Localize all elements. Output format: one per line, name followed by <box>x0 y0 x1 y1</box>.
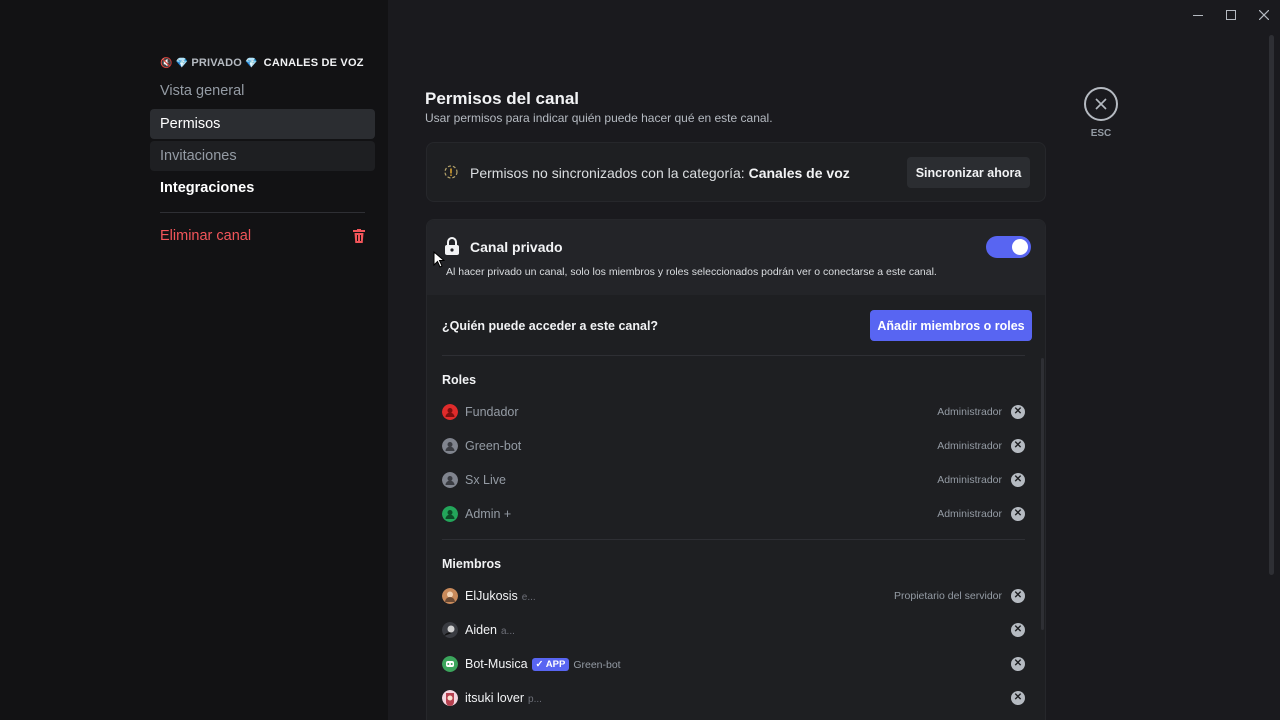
members-section-label: Miembros <box>442 557 502 571</box>
remove-icon[interactable]: ✕ <box>1011 473 1025 487</box>
member-name: ElJukosis e... <box>465 589 536 603</box>
member-display-name: Aiden <box>465 623 497 637</box>
app-badge: ✓ APP <box>531 658 570 671</box>
role-name: Green-bot <box>465 439 522 453</box>
role-tag: Administrador <box>937 474 1002 486</box>
sync-text: Permisos no sincronizados con la categor… <box>470 165 745 181</box>
private-channel-title: Canal privado <box>470 239 563 255</box>
role-row[interactable]: Admin + Administrador ✕ <box>442 499 1032 529</box>
member-username: p... <box>528 694 542 705</box>
avatar <box>442 690 458 706</box>
member-username: e... <box>521 592 536 603</box>
header-channel-name: CANALES DE VOZ <box>263 57 364 69</box>
role-name: Admin + <box>465 507 512 521</box>
member-name: itsuki lover p... <box>465 691 542 705</box>
divider <box>442 539 1025 540</box>
minimize-button[interactable] <box>1188 5 1208 25</box>
sidebar-item-permissions[interactable]: Permisos <box>150 109 375 139</box>
role-tag: Administrador <box>937 440 1002 452</box>
sidebar-item-invites[interactable]: Invitaciones <box>150 141 375 171</box>
check-icon: ✓ <box>535 659 546 670</box>
sidebar-item-label: Vista general <box>160 83 245 99</box>
speaker-icon: 🔇 <box>160 57 173 69</box>
sync-message: Permisos no sincronizados con la categor… <box>470 165 850 181</box>
badge-label: APP <box>545 659 566 670</box>
member-name: Bot-Musica ✓ APP Green-bot <box>465 657 621 671</box>
avatar <box>442 622 458 638</box>
add-members-roles-button[interactable]: Añadir miembros o roles <box>870 310 1032 341</box>
private-channel-card: Canal privado Al hacer privado un canal,… <box>426 219 1046 720</box>
diamond-icon: 💎 <box>245 57 258 69</box>
sidebar-divider <box>160 212 365 213</box>
roles-section-label: Roles <box>442 373 477 387</box>
delete-channel-label: Eliminar canal <box>160 228 252 244</box>
page-scrollbar[interactable] <box>1269 35 1274 575</box>
remove-icon[interactable]: ✕ <box>1011 691 1025 705</box>
remove-icon[interactable]: ✕ <box>1011 657 1025 671</box>
role-row[interactable]: Fundador Administrador ✕ <box>442 397 1032 427</box>
role-shield-icon <box>442 404 458 420</box>
settings-sidebar: 🔇 💎 PRIVADO 💎 CANALES DE VOZ Vista gener… <box>0 0 388 720</box>
private-channel-header: Canal privado Al hacer privado un canal,… <box>427 220 1045 295</box>
close-icon <box>1259 10 1269 20</box>
private-channel-description: Al hacer privado un canal, solo los miem… <box>446 266 937 278</box>
member-display-name: itsuki lover <box>465 691 525 705</box>
bot-avatar <box>442 656 458 672</box>
sidebar-channel-header: 🔇 💎 PRIVADO 💎 CANALES DE VOZ <box>160 57 364 69</box>
avatar <box>442 588 458 604</box>
role-name: Fundador <box>465 405 519 419</box>
maximize-icon <box>1226 10 1236 20</box>
minimize-icon <box>1193 15 1203 16</box>
remove-icon[interactable]: ✕ <box>1011 623 1025 637</box>
member-username: a... <box>500 626 515 637</box>
mouse-cursor-icon <box>433 251 445 268</box>
member-name: Aiden a... <box>465 623 515 637</box>
header-prefix: PRIVADO <box>191 57 243 69</box>
lock-icon <box>445 237 459 255</box>
sidebar-item-label: Invitaciones <box>160 148 237 164</box>
sync-category: Canales de voz <box>748 165 850 181</box>
esc-close-button[interactable] <box>1084 87 1118 121</box>
member-tag: Propietario del servidor <box>894 590 1002 602</box>
private-channel-toggle[interactable] <box>986 236 1031 258</box>
divider <box>442 355 1025 356</box>
member-row[interactable]: ElJukosis e... Propietario del servidor ✕ <box>442 581 1032 611</box>
role-shield-icon <box>442 438 458 454</box>
access-question: ¿Quién puede acceder a este canal? <box>442 319 659 333</box>
esc-label: ESC <box>1090 128 1112 139</box>
sidebar-item-integrations[interactable]: Integraciones <box>150 173 375 203</box>
sync-permissions-card: Permisos no sincronizados con la categor… <box>426 142 1046 202</box>
role-shield-icon <box>442 506 458 522</box>
role-tag: Administrador <box>937 508 1002 520</box>
close-window-button[interactable] <box>1254 5 1274 25</box>
maximize-button[interactable] <box>1221 5 1241 25</box>
role-tag: Administrador <box>937 406 1002 418</box>
diamond-icon: 💎 <box>175 57 189 69</box>
sidebar-item-label: Integraciones <box>160 180 255 196</box>
role-row[interactable]: Green-bot Administrador ✕ <box>442 431 1032 461</box>
remove-icon[interactable]: ✕ <box>1011 405 1025 419</box>
remove-icon[interactable]: ✕ <box>1011 507 1025 521</box>
close-icon <box>1095 98 1107 110</box>
trash-icon <box>353 229 365 243</box>
sidebar-item-label: Permisos <box>160 116 221 132</box>
page-subtitle: Usar permisos para indicar quién puede h… <box>425 111 773 125</box>
list-scrollbar[interactable] <box>1041 358 1044 630</box>
member-row[interactable]: Aiden a... ✕ <box>442 615 1032 645</box>
member-display-name: Bot-Musica <box>465 657 528 671</box>
role-name: Sx Live <box>465 473 506 487</box>
sidebar-item-overview[interactable]: Vista general <box>150 76 375 106</box>
remove-icon[interactable]: ✕ <box>1011 439 1025 453</box>
warning-icon <box>444 165 458 179</box>
remove-icon[interactable]: ✕ <box>1011 589 1025 603</box>
page-title: Permisos del canal <box>425 89 580 108</box>
member-display-name: ElJukosis <box>465 589 518 603</box>
role-shield-icon <box>442 472 458 488</box>
member-row[interactable]: itsuki lover p... ✕ <box>442 683 1032 713</box>
member-row[interactable]: Bot-Musica ✓ APP Green-bot ✕ <box>442 649 1032 679</box>
delete-channel-button[interactable]: Eliminar canal <box>150 221 375 251</box>
role-row[interactable]: Sx Live Administrador ✕ <box>442 465 1032 495</box>
sync-now-button[interactable]: Sincronizar ahora <box>907 157 1030 188</box>
member-role: Green-bot <box>573 659 621 671</box>
